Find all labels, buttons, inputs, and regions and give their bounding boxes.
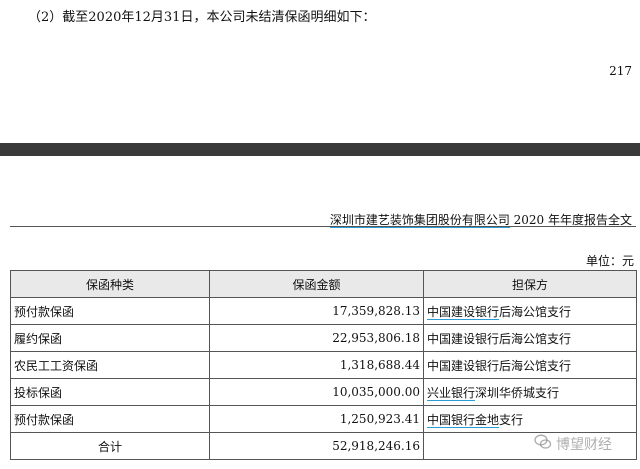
header-rule (10, 226, 636, 227)
table-row: 投标保函 10,035,000.00 兴业银行深圳华侨城支行 (10, 378, 637, 406)
guarantee-amount: 1,318,688.44 (209, 351, 424, 379)
total-label: 合计 (10, 432, 210, 460)
total-amount: 52,918,246.16 (209, 432, 424, 460)
guarantor-branch: 后海公馆支行 (499, 358, 572, 373)
header-amount: 保函金额 (209, 270, 424, 298)
guarantor-branch: 后海公馆支行 (499, 331, 572, 346)
table-row: 履约保函 22,953,806.18 中国建设银行后海公馆支行 (10, 324, 637, 352)
guarantee-amount: 1,250,923.41 (209, 405, 424, 433)
guarantor: 中国银行金地支行 (423, 405, 637, 433)
guarantor-bank: 兴业银行 (427, 385, 476, 401)
page-break-bar (0, 143, 640, 156)
header-type: 保函种类 (10, 270, 210, 298)
guarantee-amount: 17,359,828.13 (209, 297, 424, 325)
guarantee-type: 预付款保函 (10, 297, 210, 325)
guarantor-branch: 支行 (499, 412, 524, 427)
table-row: 预付款保函 17,359,828.13 中国建设银行后海公馆支行 (10, 297, 637, 325)
page-number: 217 (609, 64, 632, 78)
header-guarantor: 担保方 (423, 270, 637, 298)
guarantee-type: 农民工工资保函 (10, 351, 210, 379)
guarantor-branch: 后海公馆支行 (499, 304, 572, 319)
guarantor-bank: 中国建设银行 (427, 304, 500, 320)
section-heading: （2）截至2020年12月31日，本公司未结清保函明细如下： (28, 10, 376, 25)
guarantor: 中国建设银行后海公馆支行 (423, 351, 637, 379)
report-title: 2020 年年度报告全文 (509, 213, 632, 227)
guarantee-amount: 22,953,806.18 (209, 324, 424, 352)
guarantor-bank: 中国银行金地 (427, 412, 500, 428)
table-header-row: 保函种类 保函金额 担保方 (10, 270, 637, 298)
unit-label: 单位：元 (585, 254, 634, 268)
guarantor: 中国建设银行后海公馆支行 (423, 324, 637, 352)
wechat-bubble-icon (534, 434, 552, 454)
watermark-text: 博望财经 (556, 437, 612, 453)
guarantee-amount: 10,035,000.00 (209, 378, 424, 406)
guarantor: 兴业银行深圳华侨城支行 (423, 378, 637, 406)
guarantor-bank: 中国建设银行 (427, 358, 500, 373)
guarantor-bank: 中国建设银行 (427, 331, 500, 346)
guarantor: 中国建设银行后海公馆支行 (423, 297, 637, 325)
guarantee-type: 履约保函 (10, 324, 210, 352)
guarantee-type: 投标保函 (10, 378, 210, 406)
guarantee-table: 保函种类 保函金额 担保方 预付款保函 17,359,828.13 中国建设银行… (10, 270, 637, 460)
guarantor-branch: 深圳华侨城支行 (475, 385, 560, 400)
watermark: 博望财经 (534, 434, 612, 454)
table-row: 预付款保函 1,250,923.41 中国银行金地支行 (10, 405, 637, 433)
table-row: 农民工工资保函 1,318,688.44 中国建设银行后海公馆支行 (10, 351, 637, 379)
guarantee-type: 预付款保函 (10, 405, 210, 433)
